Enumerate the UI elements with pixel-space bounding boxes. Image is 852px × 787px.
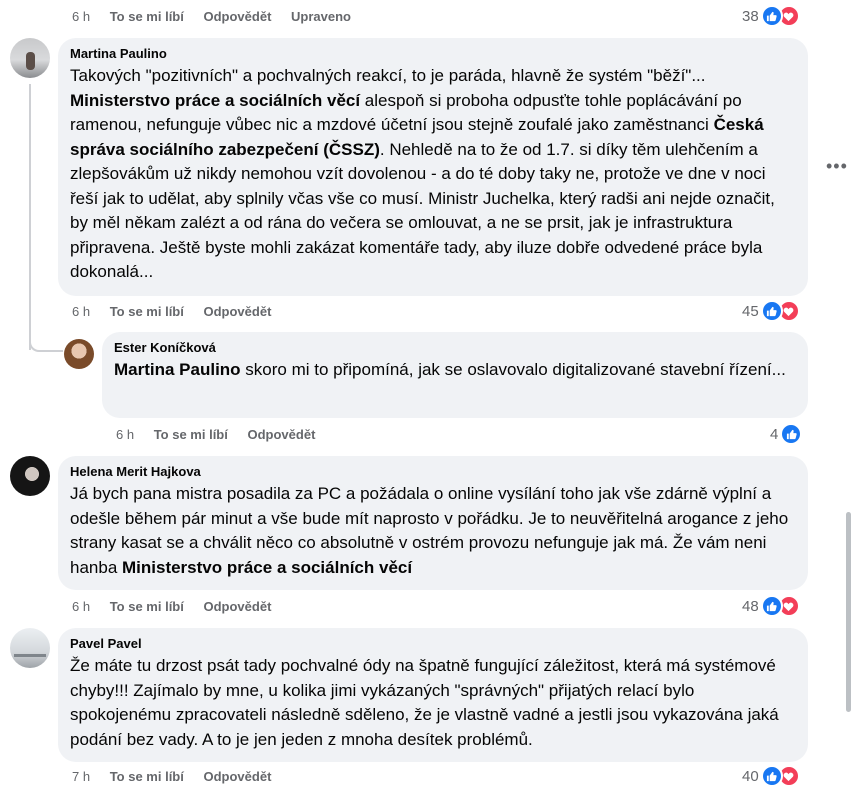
like-link[interactable]: To se mi líbí <box>110 9 184 24</box>
comment-bubble: Martina Paulino Takových "pozitivních" a… <box>58 38 808 296</box>
comment-actions: 6 h To se mi líbí Odpovědět <box>116 426 331 444</box>
reply-link[interactable]: Odpovědět <box>204 9 272 24</box>
reaction-count: 4 <box>770 425 779 443</box>
like-icon <box>780 423 803 445</box>
comment-bubble: Ester Koníčková Martina Paulino skoro mi… <box>102 332 808 418</box>
comment-author[interactable]: Pavel Pavel <box>70 636 796 652</box>
like-icon <box>760 5 783 27</box>
edited-label: Upraveno <box>291 9 351 24</box>
comment-time[interactable]: 6 h <box>72 599 90 614</box>
like-link[interactable]: To se mi líbí <box>110 599 184 614</box>
reply-link[interactable]: Odpovědět <box>204 304 272 319</box>
comment-time[interactable]: 6 h <box>72 304 90 319</box>
comment-text: Já bych pana mistra posadila za PC a pož… <box>70 484 789 577</box>
comment-author[interactable]: Ester Koníčková <box>114 340 796 356</box>
reply-link[interactable]: Odpovědět <box>248 427 316 442</box>
like-link[interactable]: To se mi líbí <box>154 427 228 442</box>
like-icon <box>760 595 783 617</box>
mention-link[interactable]: Ministerstvo práce a sociálních věcí <box>122 558 412 577</box>
reactions-summary[interactable]: 48 <box>742 595 800 617</box>
scrollbar[interactable] <box>846 512 851 712</box>
comment-time[interactable]: 7 h <box>72 769 90 784</box>
like-link[interactable]: To se mi líbí <box>110 769 184 784</box>
comment-actions: 6 h To se mi líbí Odpovědět Upraveno <box>72 8 367 26</box>
comment-actions: 7 h To se mi líbí Odpovědět <box>72 768 287 786</box>
thread-connector <box>29 334 63 352</box>
comment-bubble: Helena Merit Hajkova Já bych pana mistra… <box>58 456 808 590</box>
comment-author[interactable]: Martina Paulino <box>70 46 796 62</box>
mention-link[interactable]: Ministerstvo práce a sociálních věcí <box>70 91 360 110</box>
comment-text: Že máte tu drzost psát tady pochvalné ód… <box>70 656 779 749</box>
reactions-summary[interactable]: 38 <box>742 5 800 27</box>
comment-text: Martina Paulino skoro mi to připomíná, j… <box>114 360 786 379</box>
avatar[interactable] <box>10 38 50 78</box>
like-link[interactable]: To se mi líbí <box>110 304 184 319</box>
comment-author[interactable]: Helena Merit Hajkova <box>70 464 796 480</box>
comment-time[interactable]: 6 h <box>72 9 90 24</box>
avatar[interactable] <box>64 339 94 369</box>
like-icon <box>760 765 783 787</box>
comment-text: Takových "pozitivních" a pochvalných rea… <box>70 66 775 281</box>
comment-actions: 6 h To se mi líbí Odpovědět <box>72 598 287 616</box>
avatar[interactable] <box>10 456 50 496</box>
reactions-summary[interactable]: 40 <box>742 765 800 787</box>
mention-link[interactable]: Martina Paulino <box>114 360 241 379</box>
comment-bubble: Pavel Pavel Že máte tu drzost psát tady … <box>58 628 808 762</box>
comment-actions: 6 h To se mi líbí Odpovědět <box>72 303 287 321</box>
more-options-icon[interactable]: ••• <box>826 156 848 177</box>
avatar[interactable] <box>10 628 50 668</box>
reply-link[interactable]: Odpovědět <box>204 599 272 614</box>
reactions-summary[interactable]: 4 <box>770 423 803 445</box>
reactions-summary[interactable]: 45 <box>742 300 800 322</box>
like-icon <box>760 300 783 322</box>
reaction-count: 45 <box>742 302 759 320</box>
reaction-count: 40 <box>742 767 759 785</box>
thread-line <box>29 84 31 350</box>
reaction-count: 38 <box>742 7 759 25</box>
reply-link[interactable]: Odpovědět <box>204 769 272 784</box>
comment-time[interactable]: 6 h <box>116 427 134 442</box>
reaction-count: 48 <box>742 597 759 615</box>
